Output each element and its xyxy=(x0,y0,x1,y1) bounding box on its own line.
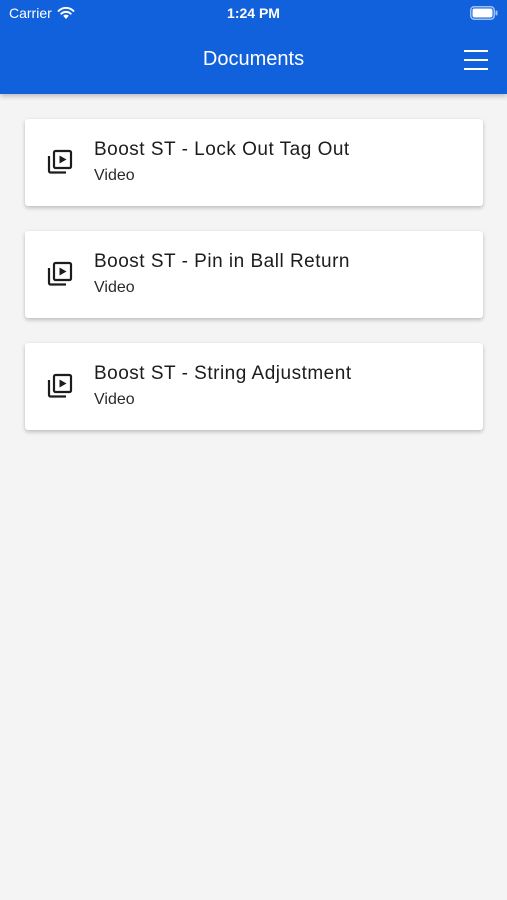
video-library-icon xyxy=(47,261,73,286)
video-library-icon xyxy=(47,149,73,174)
document-card[interactable]: Boost ST - Lock Out Tag Out Video xyxy=(25,119,483,206)
battery-icon xyxy=(470,6,498,20)
hamburger-menu-icon xyxy=(464,50,488,52)
document-title: Boost ST - String Adjustment xyxy=(94,363,352,384)
document-title: Boost ST - Pin in Ball Return xyxy=(94,251,350,272)
hamburger-menu-icon-bar xyxy=(464,59,488,61)
video-library-icon xyxy=(47,373,73,398)
document-card[interactable]: Boost ST - String Adjustment Video xyxy=(25,343,483,430)
document-card[interactable]: Boost ST - Pin in Ball Return Video xyxy=(25,231,483,318)
status-time: 1:24 PM xyxy=(227,5,280,21)
document-type: Video xyxy=(94,279,135,296)
top-app-bar: Carrier 1:24 PM Documents xyxy=(0,0,507,94)
page-title: Documents xyxy=(202,48,305,70)
menu-button[interactable] xyxy=(464,47,490,73)
hamburger-menu-icon-bar xyxy=(464,68,488,70)
status-bar: Carrier 1:24 PM xyxy=(0,0,507,28)
document-type: Video xyxy=(94,167,135,184)
document-title: Boost ST - Lock Out Tag Out xyxy=(94,139,350,160)
document-list: Boost ST - Lock Out Tag Out Video Boost … xyxy=(25,119,483,455)
document-type: Video xyxy=(94,391,135,408)
screen: Carrier 1:24 PM Documents Boost ST - Loc… xyxy=(0,0,507,900)
